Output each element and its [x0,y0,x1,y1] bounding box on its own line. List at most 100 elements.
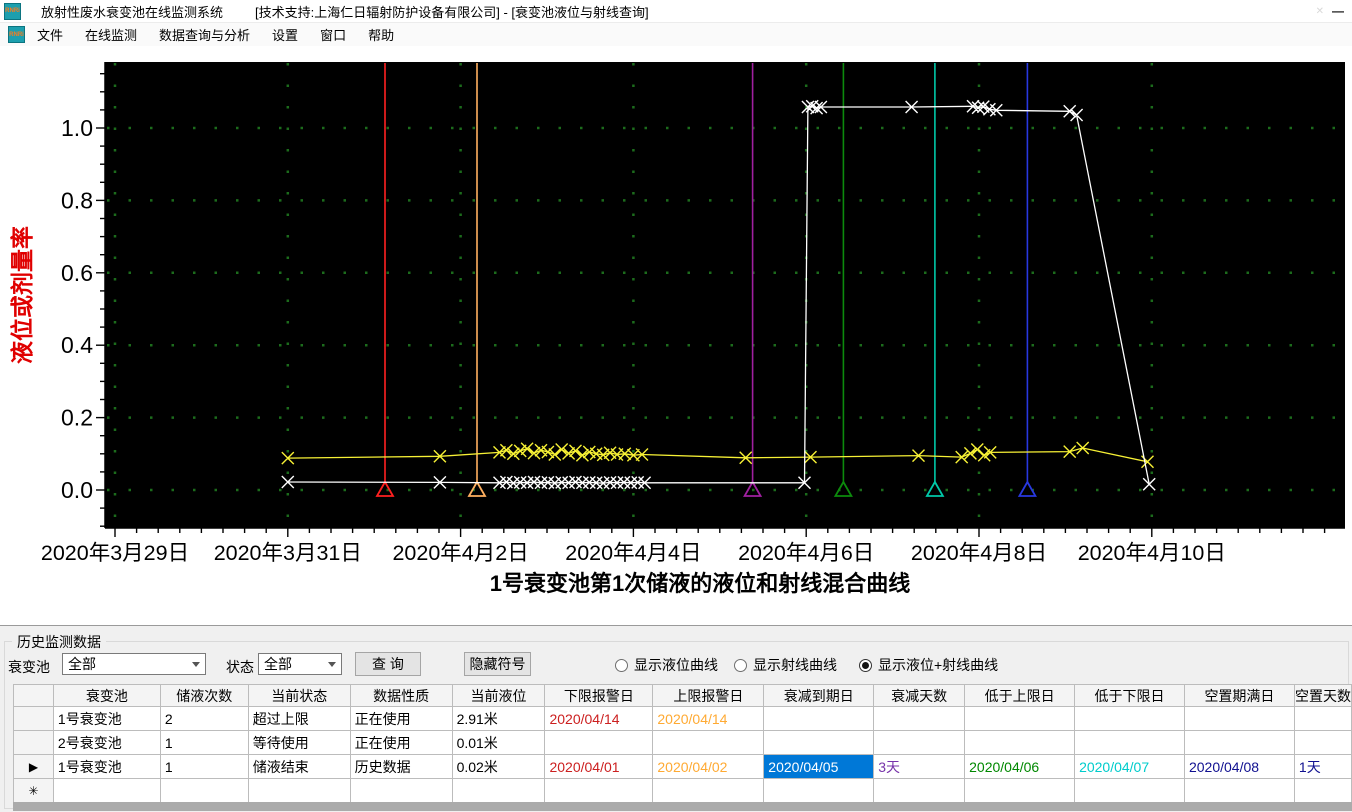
table-cell[interactable] [544,730,654,755]
column-header[interactable]: 下限报警日 [544,684,654,707]
table-corner-cell[interactable] [13,684,54,707]
table-cell[interactable] [964,730,1076,755]
table-cell[interactable] [873,706,966,731]
column-header[interactable]: 储液次数 [159,684,249,707]
table-cell[interactable]: 正在使用 [349,730,453,755]
table-cell[interactable] [1074,706,1185,731]
window-title: 放射性废水衰变池在线监测系统 [技术支持:上海仁日辐射防护设备有限公司] - [衰… [41,2,649,21]
table-cell[interactable] [1074,730,1185,755]
table-cell[interactable]: 2020/04/06 [964,754,1076,779]
menu-bar: RNRi 文件 在线监测 数据查询与分析 设置 窗口 帮助 [0,23,1352,47]
column-header[interactable]: 当前液位 [451,684,546,707]
level-radiation-chart: 0.0 0.2 0.4 0.6 0.8 1.0 2020年3月29日 2020年3月31日 20… [9,62,1345,596]
table-cell[interactable]: 0.02米 [451,754,546,779]
svg-text:2020年4月6日: 2020年4月6日 [738,541,874,565]
table-cell[interactable]: 2020/04/01 [544,754,654,779]
radio-label: 显示液位+射线曲线 [878,657,999,673]
menu-item-window[interactable]: 窗口 [310,22,356,47]
table-cell[interactable] [873,778,966,803]
table-cell[interactable]: 1号衰变池 [52,754,161,779]
column-header[interactable]: 衰变池 [52,684,161,707]
menu-item-data-query-analysis[interactable]: 数据查询与分析 [149,22,260,47]
table-cell[interactable] [1183,778,1295,803]
column-header[interactable]: 空置天数 [1293,684,1352,707]
table-cell[interactable] [1183,730,1295,755]
table-cell[interactable]: 历史数据 [349,754,453,779]
row-indicator[interactable] [13,730,54,755]
table-cell[interactable]: 储液结束 [247,754,351,779]
menu-item-file[interactable]: 文件 [27,22,73,47]
table-cell[interactable] [52,778,161,803]
table-cell[interactable] [652,730,765,755]
menu-item-help[interactable]: 帮助 [358,22,404,47]
column-header[interactable]: 衰减到期日 [763,684,875,707]
radio-show-level-curve[interactable]: 显示液位曲线 [615,655,718,675]
table-cell[interactable] [1293,778,1352,803]
table-cell[interactable]: 2020/04/08 [1183,754,1295,779]
table-cell[interactable]: 正在使用 [349,706,453,731]
table-cell[interactable] [159,778,249,803]
table-cell[interactable] [763,730,875,755]
table-cell[interactable] [349,778,453,803]
hide-symbols-button[interactable]: 隐藏符号 [464,652,531,676]
table-cell[interactable]: 2020/04/14 [544,706,654,731]
radio-icon[interactable] [734,658,747,672]
pool-filter-value: 全部 [68,656,96,672]
row-indicator[interactable] [13,706,54,731]
table-cell[interactable]: 1 [159,754,249,779]
menu-item-online-monitor[interactable]: 在线监测 [75,22,147,47]
table-cell[interactable] [247,778,351,803]
table-cell[interactable]: 2020/04/05 [763,754,875,779]
query-button[interactable]: 查 询 [355,652,421,676]
row-indicator[interactable]: ✳ [13,778,54,803]
table-row: 1号衰变池 2 超过上限 正在使用 2.91米 2020/04/14 2020/04/14 [13,706,1352,731]
column-header[interactable]: 当前状态 [247,684,351,707]
radio-show-ray-curve[interactable]: 显示射线曲线 [734,655,837,675]
table-cell[interactable] [1183,706,1295,731]
table-cell[interactable]: 0.01米 [451,730,546,755]
window-title-doc: [技术支持:上海仁日辐射防护设备有限公司] - [衰变池液位与射线查询] [255,4,649,20]
chevron-down-icon[interactable] [187,654,205,674]
column-header[interactable]: 上限报警日 [652,684,765,707]
status-filter-dropdown[interactable]: 全部 [258,653,342,675]
table-cell[interactable] [763,778,875,803]
table-cell[interactable]: 超过上限 [247,706,351,731]
radio-icon[interactable] [615,658,628,672]
table-cell[interactable]: 2020/04/14 [652,706,765,731]
chevron-down-icon[interactable] [323,654,341,674]
table-cell[interactable] [451,778,546,803]
mdi-child-icon[interactable]: RNRi [8,26,25,43]
close-icon[interactable]: ✕ [1316,6,1324,17]
table-cell[interactable]: 2020/04/02 [652,754,765,779]
table-cell[interactable] [873,730,966,755]
table-cell[interactable]: 1 [159,730,249,755]
table-cell[interactable]: 2.91米 [451,706,546,731]
table-cell[interactable] [544,778,654,803]
table-cell[interactable] [964,706,1076,731]
table-cell[interactable]: 3天 [873,754,966,779]
table-cell[interactable] [652,778,765,803]
table-cell[interactable] [1293,730,1352,755]
table-cell[interactable]: 2020/04/07 [1074,754,1185,779]
table-cell[interactable] [1074,778,1185,803]
pool-filter-dropdown[interactable]: 全部 [62,653,206,675]
table-cell[interactable] [964,778,1076,803]
table-cell[interactable]: 1号衰变池 [52,706,161,731]
minimize-icon[interactable]: — [1332,4,1344,18]
column-header[interactable]: 空置期满日 [1183,684,1295,707]
column-header[interactable]: 数据性质 [349,684,453,707]
table-cell[interactable]: 1天 [1293,754,1352,779]
column-header[interactable]: 低于上限日 [964,684,1076,707]
table-cell[interactable]: 2号衰变池 [52,730,161,755]
chart-area: 0.0 0.2 0.4 0.6 0.8 1.0 2020年3月29日 2020年3月31日 20… [0,46,1352,625]
table-cell[interactable]: 2 [159,706,249,731]
radio-icon[interactable] [859,658,872,672]
menu-item-settings[interactable]: 设置 [262,22,308,47]
table-cell[interactable]: 等待使用 [247,730,351,755]
radio-show-level-plus-ray-curve[interactable]: 显示液位+射线曲线 [859,655,998,675]
row-indicator[interactable]: ▶ [13,754,54,779]
table-cell[interactable] [1293,706,1352,731]
column-header[interactable]: 低于下限日 [1074,684,1185,707]
column-header[interactable]: 衰减天数 [873,684,966,707]
table-cell[interactable] [763,706,875,731]
